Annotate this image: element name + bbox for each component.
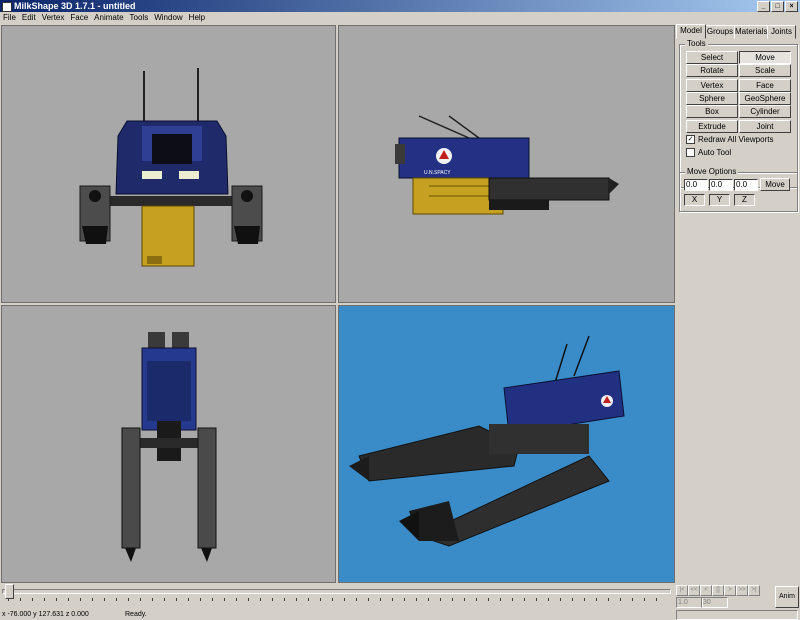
sphere-button[interactable]: Sphere — [686, 92, 738, 105]
redraw-all-label: Redraw All Viewports — [698, 135, 774, 144]
menu-face[interactable]: Face — [67, 12, 91, 24]
status-text: Ready. — [125, 611, 147, 618]
geosphere-button[interactable]: GeoSphere — [739, 92, 791, 105]
move-options-label: Move Options — [685, 167, 739, 177]
title-bar: MilkShape 3D 1.7.1 - untitled _ □ × — [0, 0, 800, 12]
move-options-group: Move Options 0.0 0.0 0.0 Move X Y Z — [679, 167, 798, 212]
prev-key-button[interactable]: << — [688, 585, 700, 596]
tab-model[interactable]: Model — [676, 24, 706, 39]
window-title: MilkShape 3D 1.7.1 - untitled — [14, 1, 136, 11]
first-frame-button[interactable]: |< — [676, 585, 688, 596]
menu-window[interactable]: Window — [151, 12, 185, 24]
axis-z-toggle[interactable]: Z — [734, 194, 755, 206]
maximize-button[interactable]: □ — [771, 1, 784, 12]
last-frame-button[interactable]: >| — [748, 585, 760, 596]
top-view-model — [121, 332, 217, 562]
playback-controls: |< << < [] > >> >| — [676, 585, 760, 596]
menu-bar: File Edit Vertex Face Animate Tools Window Help — [0, 12, 800, 24]
side-view-model: U.N.SPACY — [395, 115, 619, 215]
coordinates-readout: x -76.000 y 127.631 z 0.000 — [2, 611, 89, 618]
close-button[interactable]: × — [785, 1, 798, 12]
extrude-button[interactable]: Extrude — [686, 120, 738, 133]
tab-groups[interactable]: Groups — [705, 25, 735, 39]
move-x-field[interactable]: 0.0 — [684, 179, 708, 191]
menu-tools[interactable]: Tools — [127, 12, 152, 24]
joint-button[interactable]: Joint — [739, 120, 791, 133]
right-panel: Model Groups Materials Joints Tools Sele… — [676, 24, 800, 582]
auto-tool-checkbox[interactable]: Auto Tool — [686, 148, 731, 158]
next-key-button[interactable]: >> — [736, 585, 748, 596]
anim-button[interactable]: Anim — [775, 586, 799, 608]
cylinder-button[interactable]: Cylinder — [739, 105, 791, 118]
move-z-field[interactable]: 0.0 — [734, 179, 758, 191]
select-button[interactable]: Select — [686, 51, 738, 64]
side-model-label: U.N.SPACY — [424, 170, 451, 176]
menu-animate[interactable]: Animate — [91, 12, 126, 24]
timeline-track[interactable] — [2, 589, 671, 594]
panel-tabs: Model Groups Materials Joints — [676, 24, 800, 39]
viewport-3d[interactable] — [338, 305, 675, 583]
perspective-view-model — [349, 335, 625, 547]
frame-count-field[interactable]: 30 — [701, 597, 728, 608]
rotate-button[interactable]: Rotate — [686, 64, 738, 77]
menu-help[interactable]: Help — [186, 12, 208, 24]
viewport-front[interactable] — [1, 25, 336, 303]
tab-joints[interactable]: Joints — [767, 25, 796, 39]
auto-tool-label: Auto Tool — [698, 148, 732, 157]
front-view-model — [79, 68, 263, 267]
checkmark-icon: ✓ — [686, 135, 695, 145]
tools-group-label: Tools — [685, 39, 708, 49]
app-icon — [2, 2, 12, 12]
menu-vertex[interactable]: Vertex — [39, 12, 68, 24]
axis-x-toggle[interactable]: X — [684, 194, 705, 206]
stop-button[interactable]: [] — [712, 585, 724, 596]
status-bar: x -76.000 y 127.631 z 0.000 Ready. — [0, 609, 800, 620]
face-button[interactable]: Face — [739, 79, 791, 92]
viewport-top[interactable] — [1, 305, 336, 583]
current-frame-field[interactable]: 1.0 — [676, 597, 703, 608]
next-frame-button[interactable]: > — [724, 585, 736, 596]
move-apply-button[interactable]: Move — [760, 178, 790, 191]
viewport-side[interactable]: U.N.SPACY — [338, 25, 675, 303]
menu-file[interactable]: File — [0, 12, 19, 24]
tab-materials[interactable]: Materials — [734, 25, 768, 39]
move-button[interactable]: Move — [739, 51, 791, 64]
timeline-slider-thumb[interactable] — [5, 584, 14, 599]
animation-timeline: |< << < [] > >> >| 1.0 30 Anim — [0, 583, 800, 609]
prev-frame-button[interactable]: < — [700, 585, 712, 596]
timeline-ticks — [8, 598, 668, 601]
auto-tool-box — [686, 148, 695, 158]
axis-y-toggle[interactable]: Y — [709, 194, 730, 206]
scale-button[interactable]: Scale — [739, 64, 791, 77]
box-button[interactable]: Box — [686, 105, 738, 118]
move-y-field[interactable]: 0.0 — [709, 179, 733, 191]
vertex-button[interactable]: Vertex — [686, 79, 738, 92]
menu-edit[interactable]: Edit — [19, 12, 39, 24]
status-pane — [676, 610, 798, 620]
redraw-all-checkbox[interactable]: ✓ Redraw All Viewports — [686, 135, 773, 145]
minimize-button[interactable]: _ — [757, 1, 770, 12]
